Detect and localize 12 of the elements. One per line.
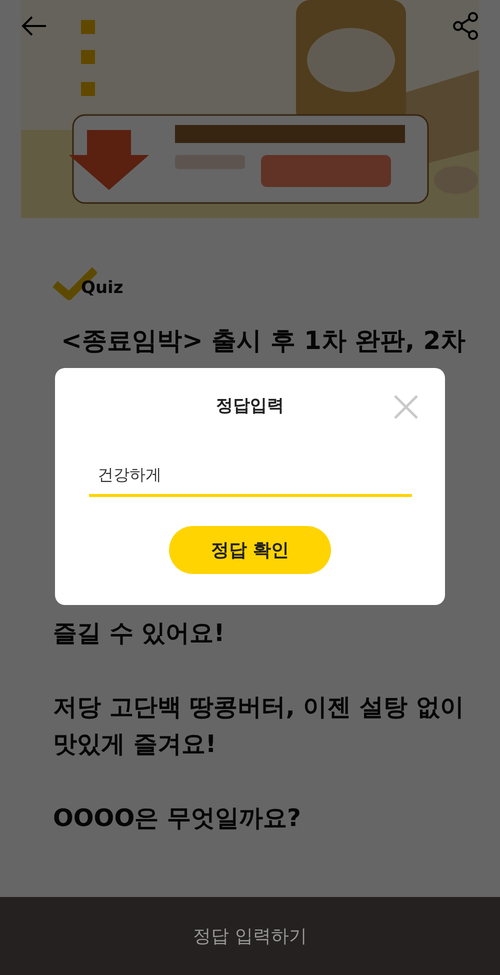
quiz-text: <종료임박> 출시 후 1차 완판, 2차 <box>61 325 466 357</box>
answer-field[interactable]: 건강하게 <box>88 457 412 497</box>
quiz-text: 저당 고단백 땅콩버터, 이젠 설탕 없이 맛있게 즐겨요! <box>53 692 464 760</box>
share-icon <box>453 12 479 40</box>
quiz-label: Quiz <box>81 278 124 298</box>
dialog-title: 정답입력 <box>216 395 284 417</box>
quiz-text: OOOO은 무엇일까요? <box>53 803 301 834</box>
enter-answer-button[interactable]: 정답 입력하기 <box>0 897 500 975</box>
confirm-button[interactable]: 정답 확인 <box>169 526 331 574</box>
quiz-text: 즐길 수 있어요! <box>53 618 225 649</box>
close-icon <box>394 395 418 419</box>
back-arrow-icon <box>21 15 47 37</box>
